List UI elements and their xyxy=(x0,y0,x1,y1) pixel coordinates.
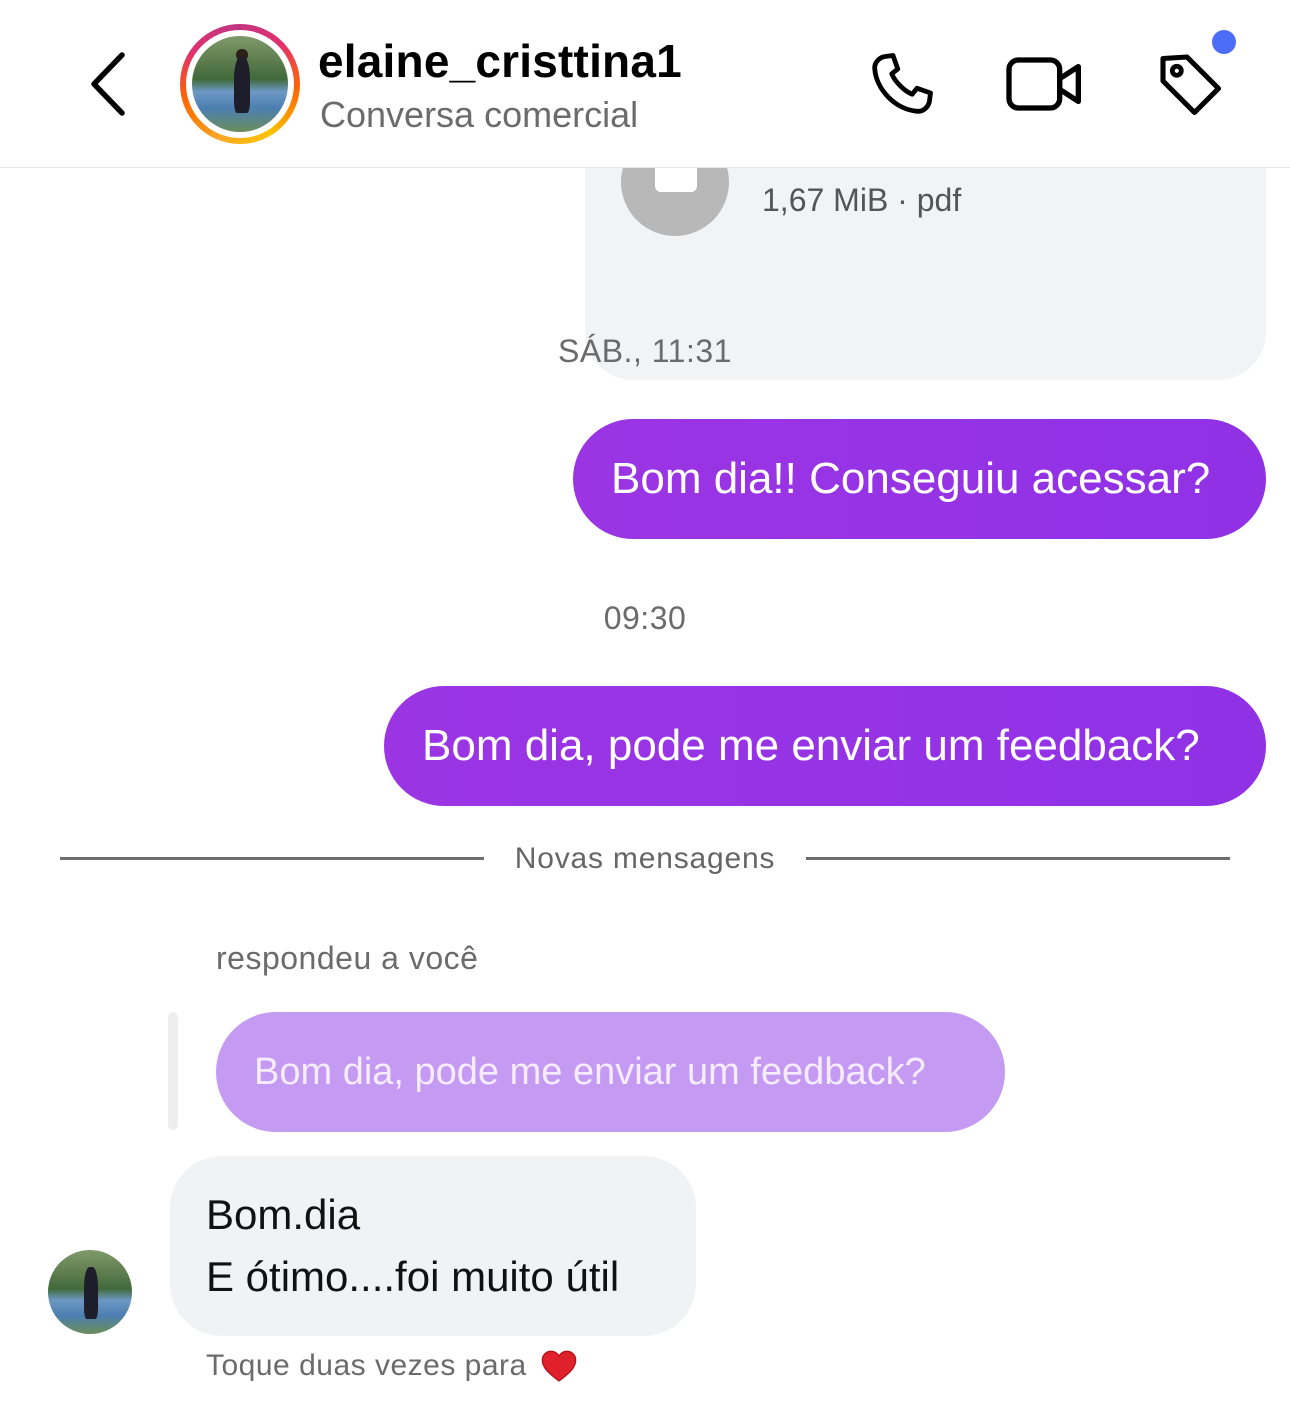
labels-button[interactable] xyxy=(1150,44,1230,124)
sender-avatar[interactable] xyxy=(48,1250,132,1334)
profile-avatar[interactable] xyxy=(180,24,300,144)
avatar-image xyxy=(192,36,288,132)
back-button[interactable] xyxy=(78,46,138,122)
phone-icon xyxy=(872,53,933,114)
outgoing-message[interactable]: Bom dia, pode me enviar um feedback? xyxy=(384,686,1266,806)
message-line: Bom.dia xyxy=(206,1191,361,1238)
quoted-message[interactable]: Bom dia, pode me enviar um feedback? xyxy=(216,1012,1005,1132)
replied-label: respondeu a você xyxy=(216,940,479,976)
timestamp: 09:30 xyxy=(603,600,687,636)
notification-dot xyxy=(1212,30,1236,54)
chat-header: elaine_cristtina1 Conversa comercial xyxy=(0,0,1290,168)
video-call-button[interactable] xyxy=(1005,44,1085,124)
video-camera-icon xyxy=(1006,57,1081,111)
timestamp: SÁB., 11:31 xyxy=(558,333,732,369)
heart-icon xyxy=(541,1350,577,1382)
username[interactable]: elaine_cristtina1 xyxy=(318,34,682,88)
double-tap-hint: Toque duas vezes para xyxy=(206,1346,579,1386)
conversation-type: Conversa comercial xyxy=(320,94,639,135)
divider-label: Novas mensagens xyxy=(514,842,776,875)
message-line: E ótimo....foi muito útil xyxy=(206,1253,620,1300)
chevron-left-icon xyxy=(91,52,125,116)
message-thread[interactable]: 1,67 MiB · pdf SÁB., 11:31 Bom dia!! Con… xyxy=(0,108,1290,1410)
hint-text: Toque duas vezes para xyxy=(206,1349,527,1382)
incoming-message[interactable]: Bom.dia E ótimo....foi muito útil xyxy=(170,1156,696,1336)
quote-bar xyxy=(168,1012,178,1130)
file-meta: 1,67 MiB · pdf xyxy=(762,182,962,218)
outgoing-message[interactable]: Bom dia!! Conseguiu acessar? xyxy=(573,419,1266,539)
new-messages-divider: Novas mensagens xyxy=(60,836,1230,886)
call-button[interactable] xyxy=(862,44,942,124)
tag-icon xyxy=(1160,54,1222,116)
